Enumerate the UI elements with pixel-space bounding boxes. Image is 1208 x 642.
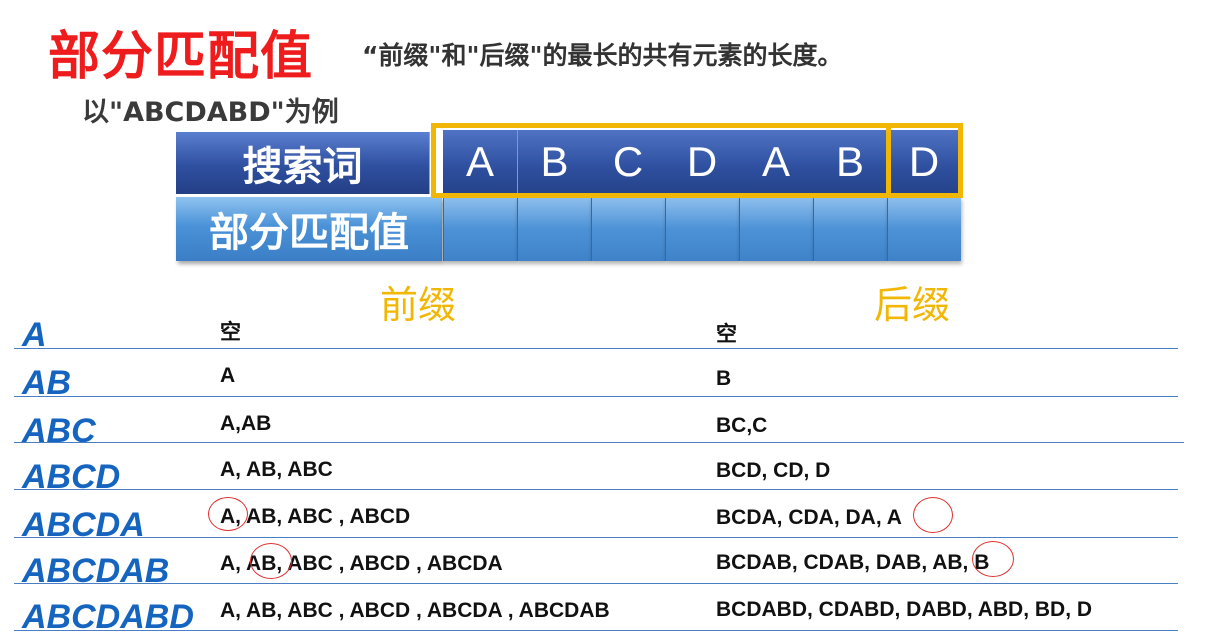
match-value-cell bbox=[591, 197, 665, 261]
match-value-cell bbox=[739, 197, 813, 261]
row-divider bbox=[14, 442, 1184, 443]
suffix-list: BC,C bbox=[716, 414, 768, 437]
prefix-highlight-frame bbox=[431, 123, 963, 198]
row-divider bbox=[14, 348, 1178, 349]
suffix-list: BCDABD, CDABD, DABD, ABD, BD, D bbox=[716, 598, 1093, 621]
common-prefix-circle bbox=[208, 497, 248, 531]
row-label: ABCDA bbox=[22, 506, 145, 544]
match-value-cell bbox=[665, 197, 739, 261]
prefix-list: A, AB, ABC , ABCD bbox=[220, 505, 411, 528]
common-suffix-circle bbox=[972, 541, 1014, 577]
example-heading: 以"ABCDABD"为例 bbox=[82, 97, 339, 128]
suffix-list: 空 bbox=[716, 323, 737, 346]
prefix-list: 空 bbox=[220, 321, 241, 344]
suffix-list: BCDA, CDA, DA, A bbox=[716, 506, 902, 529]
prefix-list: A, AB, ABC , ABCD , ABCDA , ABCDAB bbox=[220, 599, 610, 622]
match-value-cell bbox=[887, 197, 961, 261]
suffix-list: B bbox=[716, 367, 732, 390]
match-value-cell bbox=[443, 197, 517, 261]
suffix-list: BCDAB, CDAB, DAB, AB, B bbox=[716, 551, 990, 574]
definition-text: “前缀"和"后缀"的最长的共有元素的长度。 bbox=[362, 41, 843, 70]
partial-match-header: 部分匹配值 bbox=[176, 197, 442, 261]
row-label: ABCDAB bbox=[22, 552, 170, 590]
common-suffix-circle bbox=[913, 497, 953, 533]
common-prefix-circle bbox=[250, 543, 292, 579]
row-label: ABCDABD bbox=[22, 598, 194, 636]
match-value-cell bbox=[813, 197, 887, 261]
row-divider bbox=[14, 630, 1178, 631]
suffix-highlight-frame bbox=[886, 123, 963, 198]
row-label: A bbox=[22, 316, 47, 354]
row-divider bbox=[14, 396, 1178, 397]
suffix-label: 后缀 bbox=[874, 283, 951, 327]
search-word-header: 搜索词 bbox=[176, 132, 430, 194]
row-label: ABCD bbox=[22, 458, 121, 496]
row-label: AB bbox=[22, 364, 72, 402]
prefix-list: A,AB bbox=[220, 412, 272, 435]
page-title: 部分匹配值 bbox=[48, 27, 314, 87]
match-value-cell bbox=[517, 197, 591, 261]
row-label: ABC bbox=[22, 412, 96, 450]
prefix-label: 前缀 bbox=[380, 283, 457, 327]
row-divider bbox=[14, 583, 1178, 584]
suffix-list: BCD, CD, D bbox=[716, 459, 831, 482]
prefix-list: A, AB, ABC bbox=[220, 458, 333, 481]
prefix-list: A bbox=[220, 364, 236, 387]
row-divider bbox=[14, 537, 1178, 538]
row-divider bbox=[14, 489, 1178, 490]
